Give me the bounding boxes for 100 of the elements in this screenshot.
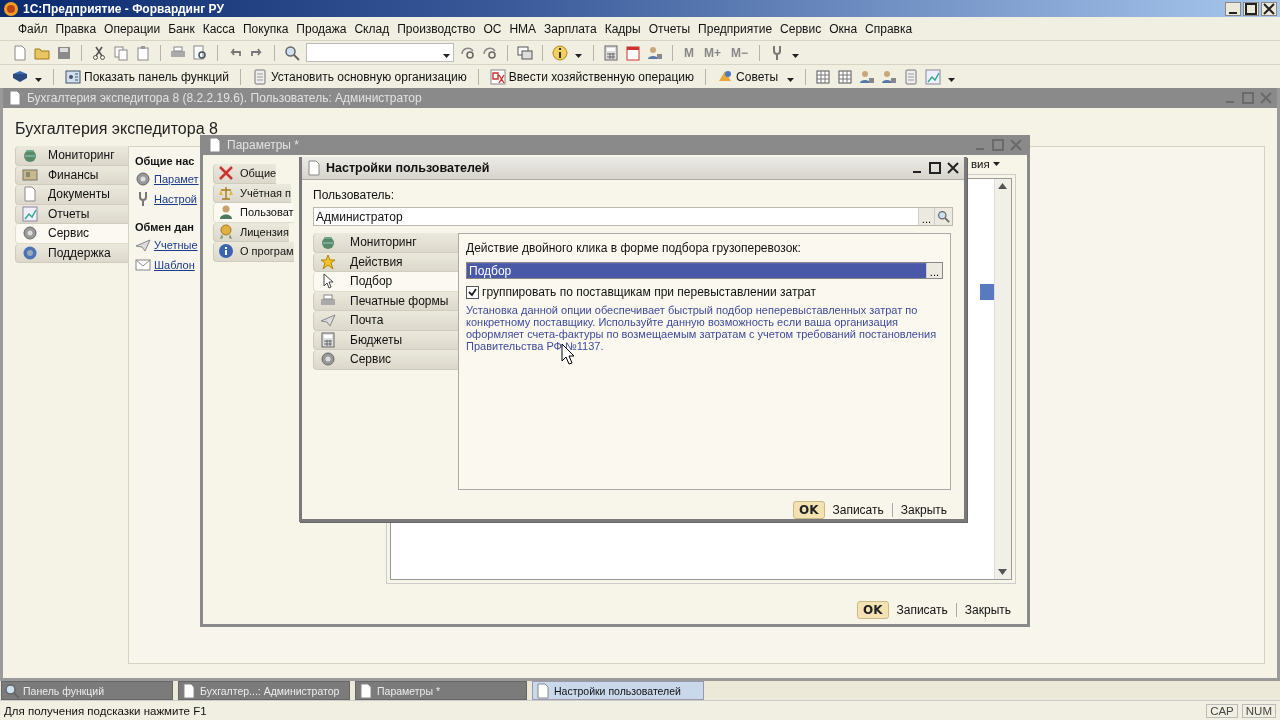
nav-tab[interactable]: Учётная п xyxy=(213,183,292,203)
nav-tab[interactable]: Пользоват xyxy=(213,203,294,223)
clipboard-icon[interactable] xyxy=(903,68,920,85)
toolbar-button[interactable]: Установить основную организацию xyxy=(249,68,469,85)
taskbar-tab[interactable]: Панель функций xyxy=(1,681,173,700)
menu-item[interactable]: Операции xyxy=(100,21,165,36)
menu-item[interactable]: Справка xyxy=(861,21,917,36)
scissors-icon[interactable] xyxy=(91,44,107,61)
nav-tab[interactable]: Лицензия xyxy=(213,222,289,242)
tools-icon xyxy=(218,165,234,182)
menu-item[interactable]: НМА xyxy=(505,21,541,36)
save-button[interactable]: Записать xyxy=(894,603,950,617)
caret-icon[interactable] xyxy=(792,53,800,58)
nav-tab[interactable]: Сервис xyxy=(15,224,128,244)
save-icon[interactable] xyxy=(56,44,72,61)
nav-tab[interactable]: Мониторинг xyxy=(313,233,458,253)
document-icon xyxy=(181,682,197,699)
maximize-icon[interactable] xyxy=(1243,1,1259,16)
nav-tab[interactable]: Печатные формы xyxy=(313,291,458,311)
menu-item[interactable]: Предприятие xyxy=(694,21,777,36)
toolbar-button[interactable]: Советы xyxy=(715,68,781,85)
option-field[interactable]: Подбор ... xyxy=(466,262,943,279)
nav-tab[interactable]: Бюджеты xyxy=(313,330,458,350)
calendar-icon[interactable] xyxy=(625,44,641,61)
checkbox[interactable] xyxy=(466,285,479,299)
taskbar-tab[interactable]: Бухгалтер...: Администратор xyxy=(178,681,350,700)
caret-icon[interactable] xyxy=(443,53,450,58)
envelope-icon xyxy=(135,257,151,273)
document-icon[interactable] xyxy=(12,44,28,61)
nav-tab[interactable]: Финансы xyxy=(15,165,128,185)
minimize-icon[interactable] xyxy=(1225,1,1241,16)
paper-plane-icon xyxy=(135,237,151,253)
menu-item[interactable]: Правка xyxy=(51,21,101,36)
gear-icon xyxy=(22,225,38,242)
clipboard-icon[interactable] xyxy=(135,44,151,61)
taskbar-tab[interactable]: Настройки пользователей xyxy=(532,681,704,700)
close-icon[interactable] xyxy=(1261,1,1277,16)
close-button[interactable]: Закрыть xyxy=(962,603,1013,617)
search-icon[interactable] xyxy=(937,210,950,223)
user-field[interactable]: Администратор ... xyxy=(313,207,953,226)
settings-link[interactable]: Учетные xyxy=(135,237,198,253)
maximize-icon[interactable] xyxy=(928,162,942,174)
ok-button[interactable]: OK xyxy=(793,501,825,519)
ok-button[interactable]: OK xyxy=(857,601,889,619)
menu-item[interactable]: Файл xyxy=(14,21,52,36)
menu-item[interactable]: Банк xyxy=(164,21,199,36)
menu-item[interactable]: ОС xyxy=(479,21,506,36)
save-button[interactable]: Записать xyxy=(830,503,886,517)
book-icon[interactable] xyxy=(12,68,28,85)
nav-tab[interactable]: Общие xyxy=(213,164,277,184)
caret-icon[interactable] xyxy=(948,77,956,82)
nav-tab[interactable]: Документы xyxy=(15,185,128,205)
document-icon xyxy=(306,160,322,176)
users-icon[interactable] xyxy=(647,44,663,61)
info-icon[interactable] xyxy=(552,44,568,61)
close-button[interactable]: Закрыть xyxy=(898,503,949,517)
settings-link[interactable]: Парамет xyxy=(135,171,199,187)
picker-button[interactable]: ... xyxy=(917,208,934,225)
menu-item[interactable]: Зарплата xyxy=(540,21,601,36)
document-icon xyxy=(489,68,506,85)
nav-tab[interactable]: Действия xyxy=(313,252,458,272)
app-title: 1С:Предприятие - Форвардинг РУ xyxy=(23,1,225,16)
nav-tab[interactable]: Почта xyxy=(313,311,458,331)
menu-item[interactable]: Склад xyxy=(350,21,394,36)
toolbar-button[interactable]: Ввести хозяйственную операцию xyxy=(487,68,697,85)
close-icon[interactable] xyxy=(946,162,960,174)
nav-tab[interactable]: Сервис xyxy=(313,350,458,370)
menu-button[interactable]: вия xyxy=(971,158,1000,170)
table-icon[interactable] xyxy=(837,68,854,85)
caret-icon[interactable] xyxy=(787,77,795,82)
menu-item[interactable]: Покупка xyxy=(239,21,293,36)
nav-tab[interactable]: Отчеты xyxy=(15,204,128,224)
users-icon[interactable] xyxy=(859,68,876,85)
caret-icon[interactable] xyxy=(575,53,582,58)
copy-icon[interactable] xyxy=(113,44,129,61)
toolbar-button[interactable]: Показать панель функций xyxy=(63,68,231,85)
menu-item[interactable]: Сервис xyxy=(776,21,826,36)
menu-item[interactable]: Отчеты xyxy=(644,21,695,36)
menu-item[interactable]: Производство xyxy=(393,21,480,36)
table-icon[interactable] xyxy=(815,68,832,85)
users-icon[interactable] xyxy=(881,68,898,85)
nav-tab[interactable]: Поддержка xyxy=(15,243,128,263)
calculator-icon[interactable] xyxy=(603,44,619,61)
hint-text: Установка данной опции обеспечивает быстрый подбор неперевыставленных затрат по конкретному поставщику. Используйте данную возможность если ваша организация оформляет счета-фактуры по возмещаемым затратам с учетом требований постановления Правительства РФ №1137. xyxy=(466,304,938,352)
chart-icon[interactable] xyxy=(925,68,942,85)
settings-link[interactable]: Настрой xyxy=(135,191,197,207)
windows-icon[interactable] xyxy=(517,44,533,61)
nav-tab[interactable]: Мониторинг xyxy=(15,146,128,166)
settings-link[interactable]: Шаблон xyxy=(135,257,195,273)
caret-icon[interactable] xyxy=(35,77,42,82)
taskbar-tab[interactable]: Параметры * xyxy=(355,681,527,700)
menu-item[interactable]: Продажа xyxy=(292,21,351,36)
nav-tab[interactable]: О програм xyxy=(213,242,294,262)
nav-tab[interactable]: Подбор xyxy=(313,272,458,292)
menu-item[interactable]: Кадры xyxy=(600,21,645,36)
menu-item[interactable]: Касса xyxy=(198,21,239,36)
paper-plane-icon xyxy=(320,312,336,329)
menu-item[interactable]: Окна xyxy=(825,21,862,36)
search-icon[interactable] xyxy=(284,44,300,61)
print-preview-icon[interactable] xyxy=(192,44,208,61)
